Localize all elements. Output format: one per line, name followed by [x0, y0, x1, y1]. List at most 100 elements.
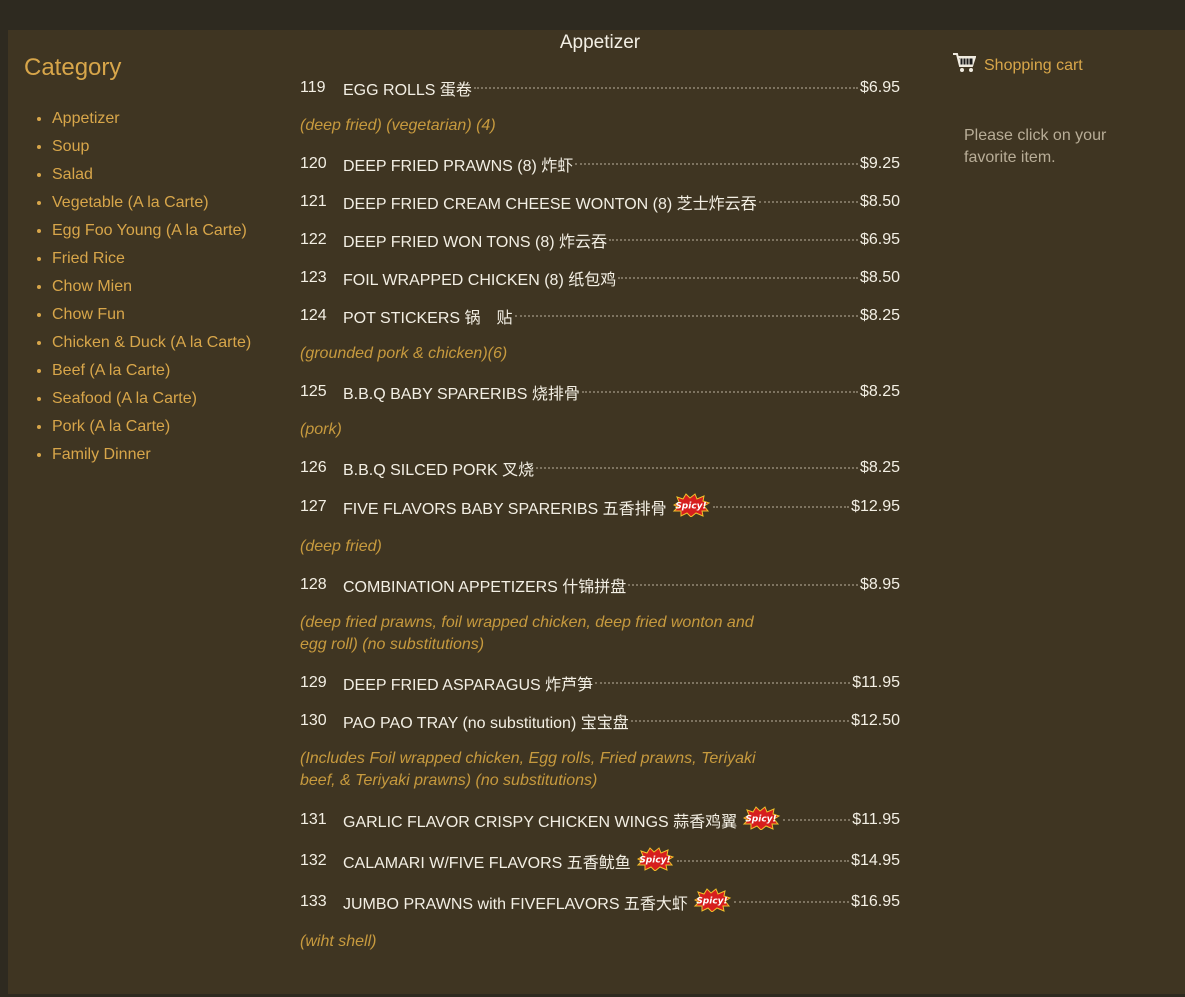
dot-leader [676, 860, 850, 862]
category-link-pork[interactable]: Pork (A la Carte) [52, 418, 170, 435]
menu-item-row[interactable]: 133 JUMBO PRAWNS with FIVEFLAVORS 五香大虾 S… [300, 887, 900, 914]
item-number: 129 [300, 674, 327, 691]
menu-item-row[interactable]: 121 DEEP FRIED CREAM CHEESE WONTON (8) 芝… [300, 190, 900, 214]
item-name[interactable]: DEEP FRIED WON TONS (8) 炸云吞 [343, 228, 607, 252]
item-price: $11.95 [852, 674, 900, 691]
item-name[interactable]: DEEP FRIED CREAM CHEESE WONTON (8) 芝士炸云吞 [343, 190, 757, 214]
item-name[interactable]: DEEP FRIED PRAWNS (8) 炸虾 [343, 152, 573, 176]
dot-leader [628, 584, 858, 586]
category-link-chow-fun[interactable]: Chow Fun [52, 306, 125, 323]
category-link-chicken-duck[interactable]: Chicken & Duck (A la Carte) [52, 334, 251, 351]
item-price: $6.95 [859, 231, 900, 248]
category-item[interactable]: Soup [52, 136, 252, 158]
spicy-burst-icon: Spicy! [635, 846, 675, 876]
dot-leader [609, 239, 858, 241]
item-name[interactable]: B.B.Q BABY SPARERIBS 烧排骨 [343, 380, 580, 404]
item-number: 130 [300, 712, 327, 729]
category-item[interactable]: Vegetable (A la Carte) [52, 192, 252, 214]
item-description: (grounded pork & chicken)(6) [300, 345, 508, 362]
category-item[interactable]: Pork (A la Carte) [52, 416, 252, 438]
item-number: 131 [300, 811, 327, 828]
category-item[interactable]: Egg Foo Young (A la Carte) [52, 220, 252, 242]
menu-item-row[interactable]: 120 DEEP FRIED PRAWNS (8) 炸虾 $9.25 [300, 152, 900, 176]
item-number: 123 [300, 269, 327, 286]
item-number: 125 [300, 383, 327, 400]
item-name[interactable]: COMBINATION APPETIZERS 什锦拼盘 [343, 573, 626, 597]
menu-item-row[interactable]: 126 B.B.Q SILCED PORK 叉烧 $8.25 [300, 456, 900, 480]
dot-leader [595, 682, 851, 684]
item-name[interactable]: PAO PAO TRAY (no substitution) 宝宝盘 [343, 709, 629, 733]
item-name[interactable]: FOIL WRAPPED CHICKEN (8) 纸包鸡 [343, 266, 616, 290]
category-item[interactable]: Fried Rice [52, 248, 252, 270]
dot-leader [473, 87, 858, 89]
category-link-vegetable[interactable]: Vegetable (A la Carte) [52, 194, 209, 211]
item-price: $8.25 [859, 383, 900, 400]
category-link-salad[interactable]: Salad [52, 166, 93, 183]
category-link-seafood[interactable]: Seafood (A la Carte) [52, 390, 197, 407]
item-description: (deep fried) (vegetarian) (4) [300, 117, 496, 134]
category-link-chow-mien[interactable]: Chow Mien [52, 278, 132, 295]
item-price: $12.50 [851, 712, 900, 729]
menu-item-row[interactable]: 124 POT STICKERS 锅 贴 $8.25 [300, 304, 900, 328]
item-name[interactable]: CALAMARI W/FIVE FLAVORS 五香鱿鱼 [343, 849, 631, 873]
item-description: (wiht shell) [300, 933, 377, 950]
menu-item-row[interactable]: 128 COMBINATION APPETIZERS 什锦拼盘 $8.95 [300, 573, 900, 597]
menu-item-row[interactable]: 119 EGG ROLLS 蛋卷 $6.95 [300, 76, 900, 100]
item-description: (pork) [300, 421, 342, 438]
spicy-label: Spicy! [696, 896, 727, 906]
category-item[interactable]: Chow Fun [52, 304, 252, 326]
category-item[interactable]: Seafood (A la Carte) [52, 388, 252, 410]
item-price: $12.95 [851, 498, 900, 515]
category-link-soup[interactable]: Soup [52, 138, 89, 155]
item-name[interactable]: POT STICKERS 锅 贴 [343, 304, 513, 328]
dot-leader [618, 277, 858, 279]
shopping-cart-icon[interactable] [952, 52, 977, 79]
menu-item-row[interactable]: 122 DEEP FRIED WON TONS (8) 炸云吞 $6.95 [300, 228, 900, 252]
spicy-label: Spicy! [639, 855, 670, 865]
item-name[interactable]: DEEP FRIED ASPARAGUS 炸芦笋 [343, 671, 593, 695]
category-item[interactable]: Beef (A la Carte) [52, 360, 252, 382]
menu-item-row[interactable]: 129 DEEP FRIED ASPARAGUS 炸芦笋 $11.95 [300, 671, 900, 695]
item-name[interactable]: B.B.Q SILCED PORK 叉烧 [343, 456, 534, 480]
menu-item-row[interactable]: 132 CALAMARI W/FIVE FLAVORS 五香鱿鱼 Spicy! … [300, 846, 900, 876]
item-number: 122 [300, 231, 327, 248]
item-name[interactable]: GARLIC FLAVOR CRISPY CHICKEN WINGS 蒜香鸡翼 [343, 808, 737, 832]
top-bar [0, 0, 1185, 30]
menu-item-row[interactable]: 131 GARLIC FLAVOR CRISPY CHICKEN WINGS 蒜… [300, 805, 900, 832]
category-link-beef[interactable]: Beef (A la Carte) [52, 362, 170, 379]
item-price: $6.95 [859, 79, 900, 96]
menu-item-row[interactable]: 130 PAO PAO TRAY (no substitution) 宝宝盘 $… [300, 709, 900, 733]
category-item[interactable]: Chow Mien [52, 276, 252, 298]
item-name[interactable]: JUMBO PRAWNS with FIVEFLAVORS 五香大虾 [343, 890, 688, 914]
item-price: $8.25 [859, 459, 900, 476]
shopping-cart-header[interactable]: Shopping cart [952, 52, 1083, 79]
item-price: $8.25 [859, 307, 900, 324]
item-number: 127 [300, 498, 327, 515]
category-link-appetizer[interactable]: Appetizer [52, 110, 120, 127]
category-item[interactable]: Appetizer [52, 108, 252, 130]
item-price: $16.95 [851, 893, 900, 910]
dot-leader [514, 315, 858, 317]
item-name[interactable]: FIVE FLAVORS BABY SPARERIBS 五香排骨 [343, 495, 667, 519]
category-link-egg-foo-young[interactable]: Egg Foo Young (A la Carte) [52, 222, 247, 239]
item-number: 119 [300, 79, 326, 96]
item-number: 124 [300, 307, 327, 324]
category-item[interactable]: Chicken & Duck (A la Carte) [52, 332, 252, 354]
category-link-family-dinner[interactable]: Family Dinner [52, 446, 151, 463]
menu-item-row[interactable]: 127 FIVE FLAVORS BABY SPARERIBS 五香排骨 Spi… [300, 492, 900, 519]
category-item[interactable]: Salad [52, 164, 252, 186]
item-price: $8.50 [859, 269, 900, 286]
category-link-fried-rice[interactable]: Fried Rice [52, 250, 125, 267]
dot-leader [575, 163, 858, 165]
menu-item-row[interactable]: 123 FOIL WRAPPED CHICKEN (8) 纸包鸡 $8.50 [300, 266, 900, 290]
menu-panel: Appetizer 119 EGG ROLLS 蛋卷 $6.95 (deep f… [268, 30, 932, 994]
menu-item-row[interactable]: 125 B.B.Q BABY SPARERIBS 烧排骨 $8.25 [300, 380, 900, 404]
spicy-label: Spicy! [675, 501, 706, 511]
item-price: $8.50 [859, 193, 900, 210]
category-item[interactable]: Family Dinner [52, 444, 252, 466]
dot-leader [712, 506, 850, 508]
spicy-label: Spicy! [745, 814, 776, 824]
item-number: 120 [300, 155, 327, 172]
shopping-cart-link[interactable]: Shopping cart [984, 57, 1083, 75]
item-name[interactable]: EGG ROLLS 蛋卷 [343, 76, 472, 100]
